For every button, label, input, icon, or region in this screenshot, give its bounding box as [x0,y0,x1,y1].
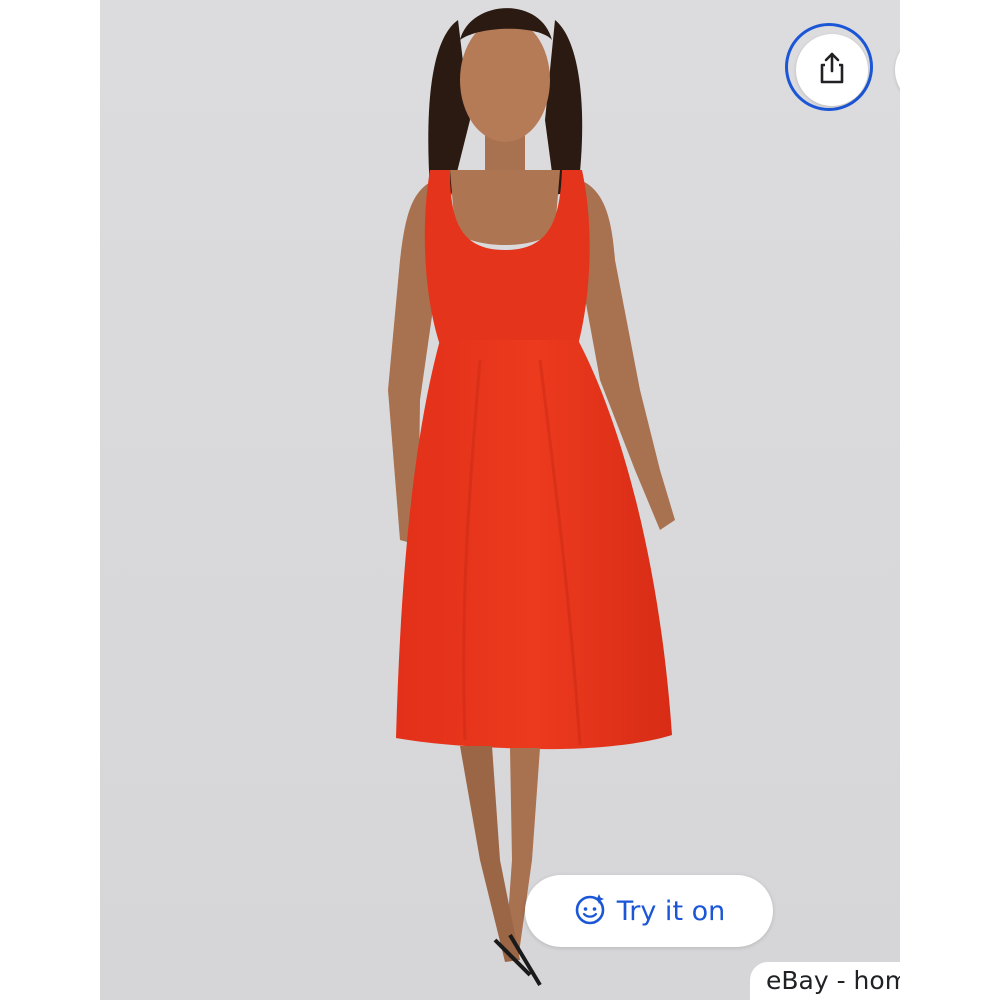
share-icon [817,51,847,90]
try-it-on-button[interactable]: Try it on [525,875,773,947]
model-photo-illustration [100,0,900,1000]
try-it-on-label: Try it on [616,895,726,927]
image-viewer: Try it on eBay - hometown_s [100,0,900,1000]
source-attribution[interactable]: eBay - hometown_s [750,962,900,1000]
product-photo[interactable] [100,0,900,1000]
sparkle-face-icon [573,892,607,931]
source-label: eBay - hometown_s [766,966,900,995]
share-button[interactable] [796,34,868,106]
